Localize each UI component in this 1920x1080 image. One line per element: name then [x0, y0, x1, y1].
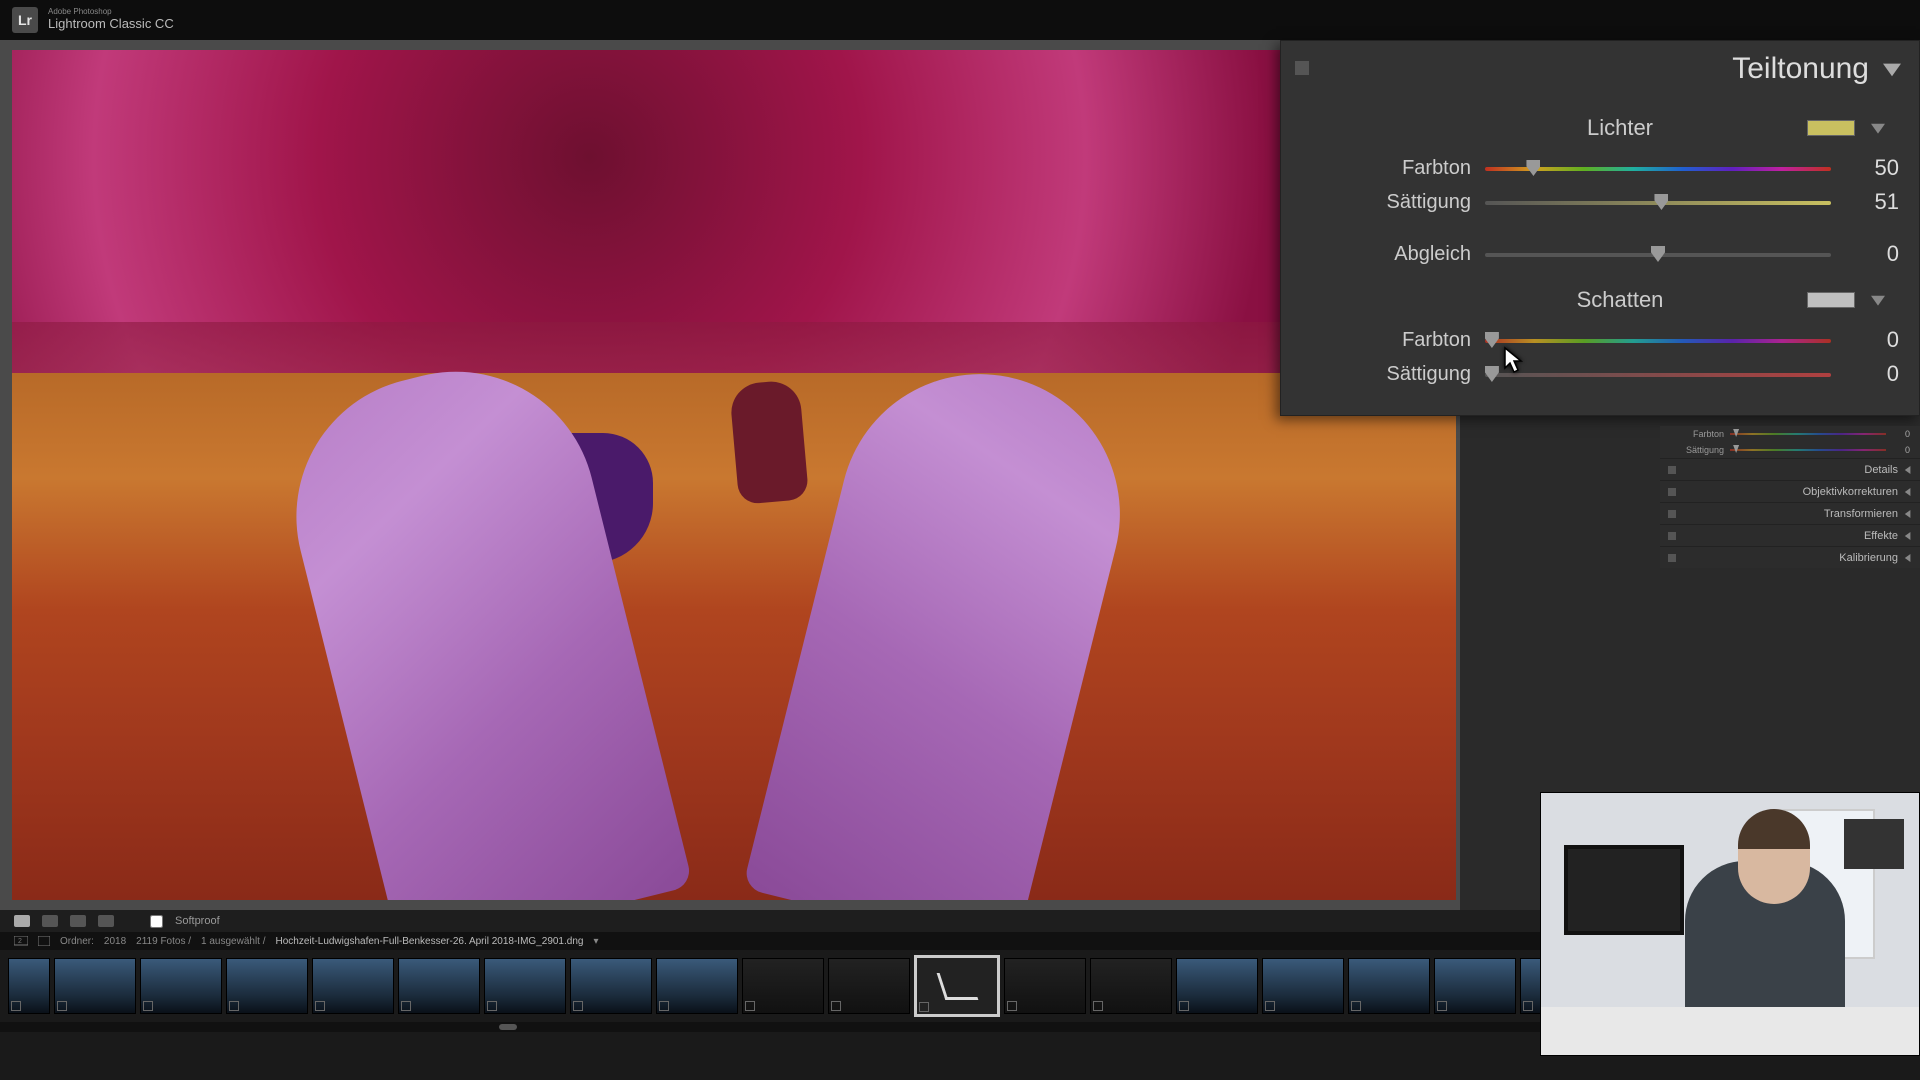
filmstrip-thumb[interactable]	[226, 958, 308, 1014]
section-effects[interactable]: Effekte	[1660, 524, 1920, 546]
preview-column	[0, 40, 1460, 910]
filmstrip-thumb[interactable]	[8, 958, 50, 1014]
mini-sat-value[interactable]: 0	[1890, 445, 1910, 455]
app-logo: Lr	[12, 7, 38, 33]
info-selected: 1 ausgewählt /	[201, 936, 266, 947]
shadows-hue-slider[interactable]	[1485, 330, 1831, 350]
info-count: 2119 Fotos /	[136, 936, 191, 947]
filmstrip-thumb[interactable]	[1176, 958, 1258, 1014]
panel-title: Teiltonung	[1732, 52, 1869, 86]
softproof-label: Softproof	[175, 915, 220, 927]
shadows-hue-value[interactable]: 0	[1845, 327, 1899, 353]
section-details[interactable]: Details	[1660, 458, 1920, 480]
survey-view-icon[interactable]	[70, 915, 86, 927]
highlights-hue-value[interactable]: 50	[1845, 155, 1899, 181]
mini-hue-value[interactable]: 0	[1890, 429, 1910, 439]
highlights-hue-slider[interactable]	[1485, 158, 1831, 178]
loupe-view-icon[interactable]	[14, 915, 30, 927]
panel-collapse-icon[interactable]	[1883, 60, 1901, 78]
filmstrip-thumb[interactable]	[1004, 958, 1086, 1014]
filmstrip-thumb[interactable]	[54, 958, 136, 1014]
mini-hue-label: Farbton	[1670, 429, 1724, 439]
info-filename: Hochzeit-Ludwigshafen-Full-Benkesser-26.…	[276, 936, 584, 947]
section-lens-corrections[interactable]: Objektivkorrekturen	[1660, 480, 1920, 502]
filmstrip-thumb[interactable]	[1434, 958, 1516, 1014]
highlights-color-swatch[interactable]	[1807, 120, 1855, 136]
compare-view-icon[interactable]	[42, 915, 58, 927]
filmstrip-thumb[interactable]	[570, 958, 652, 1014]
balance-label: Abgleich	[1341, 243, 1471, 266]
app-name: Lightroom Classic CC	[48, 17, 174, 31]
filmstrip-thumb[interactable]	[312, 958, 394, 1014]
mini-hue-slider[interactable]	[1730, 432, 1886, 436]
webcam-overlay	[1540, 792, 1920, 1056]
svg-text:2: 2	[18, 938, 22, 945]
filmstrip-thumb[interactable]	[1090, 958, 1172, 1014]
filmstrip-thumb[interactable]	[1348, 958, 1430, 1014]
highlights-sat-slider[interactable]	[1485, 192, 1831, 212]
highlights-hue-label: Farbton	[1341, 157, 1471, 180]
balance-value[interactable]: 0	[1845, 241, 1899, 267]
shadows-hue-label: Farbton	[1341, 329, 1471, 352]
right-sidebar: Farbton 0 Sättigung 0 Details Objektivko…	[1660, 426, 1920, 568]
title-bar: Lr Adobe Photoshop Lightroom Classic CC	[0, 0, 1920, 40]
highlights-sat-value[interactable]: 51	[1845, 189, 1899, 215]
filmstrip-thumb[interactable]	[742, 958, 824, 1014]
filmstrip-thumb[interactable]	[1262, 958, 1344, 1014]
softproof-checkbox[interactable]	[150, 915, 163, 928]
split-toning-panel: Teiltonung Lichter Farbton 50 Sättigung	[1280, 40, 1920, 416]
balance-slider[interactable]	[1485, 244, 1831, 264]
mini-sat-label: Sättigung	[1670, 445, 1724, 455]
filmstrip-thumb[interactable]	[828, 958, 910, 1014]
main-area: Teiltonung Lichter Farbton 50 Sättigung	[0, 40, 1920, 910]
info-folder[interactable]: 2018	[104, 936, 126, 947]
highlights-chevron-icon[interactable]	[1871, 121, 1885, 135]
section-transform[interactable]: Transformieren	[1660, 502, 1920, 524]
shadows-sat-label: Sättigung	[1341, 363, 1471, 386]
shadows-sat-value[interactable]: 0	[1845, 361, 1899, 387]
second-display-icon[interactable]: 2	[14, 936, 28, 946]
highlights-sat-label: Sättigung	[1341, 191, 1471, 214]
section-calibration[interactable]: Kalibrierung	[1660, 546, 1920, 568]
info-folder-label: Ordner:	[60, 936, 94, 947]
photo-preview[interactable]	[12, 50, 1456, 900]
shadows-color-swatch[interactable]	[1807, 292, 1855, 308]
filmstrip-thumb[interactable]	[656, 958, 738, 1014]
filmstrip-thumb-selected[interactable]	[914, 955, 1000, 1017]
mini-sat-slider[interactable]	[1730, 448, 1886, 452]
panel-switch-icon[interactable]	[1295, 61, 1309, 75]
grid-icon[interactable]	[38, 936, 50, 946]
shadows-sat-slider[interactable]	[1485, 364, 1831, 384]
highlights-header: Lichter	[1587, 115, 1653, 141]
filmstrip-thumb[interactable]	[140, 958, 222, 1014]
shadows-header: Schatten	[1577, 287, 1664, 313]
filmstrip-thumb[interactable]	[398, 958, 480, 1014]
filmstrip-thumb[interactable]	[484, 958, 566, 1014]
before-after-icon[interactable]	[98, 915, 114, 927]
shadows-chevron-icon[interactable]	[1871, 293, 1885, 307]
